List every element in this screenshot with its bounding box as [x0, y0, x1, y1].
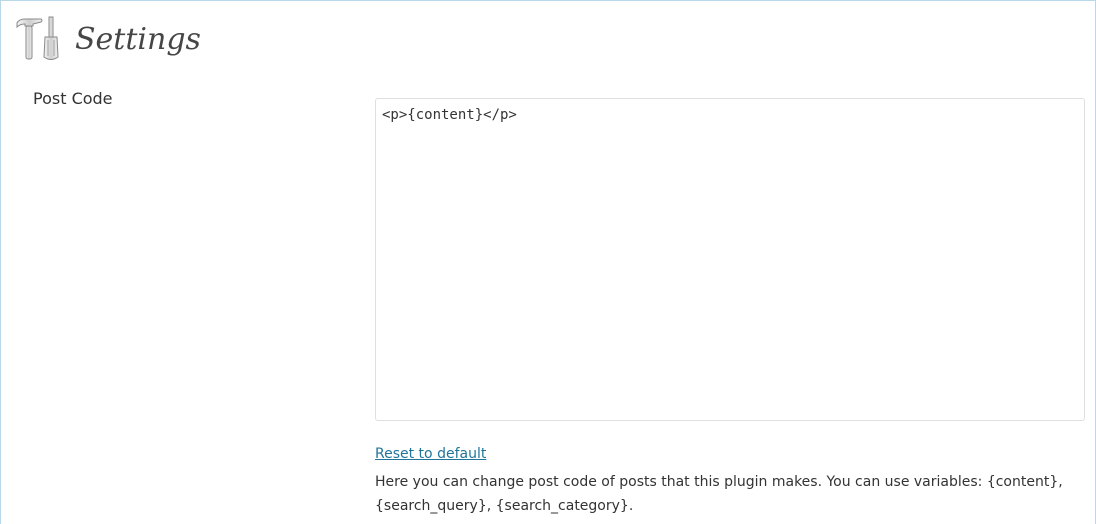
page-title: Settings: [75, 21, 201, 57]
settings-panel: Settings Post Code Reset to default Here…: [0, 0, 1096, 524]
page-header: Settings: [11, 13, 201, 63]
reset-to-default-link[interactable]: Reset to default: [375, 446, 486, 462]
post-code-textarea[interactable]: [375, 98, 1085, 421]
post-code-label: Post Code: [33, 89, 113, 108]
tools-icon: [11, 13, 69, 63]
post-code-description: Here you can change post code of posts t…: [375, 474, 1063, 514]
